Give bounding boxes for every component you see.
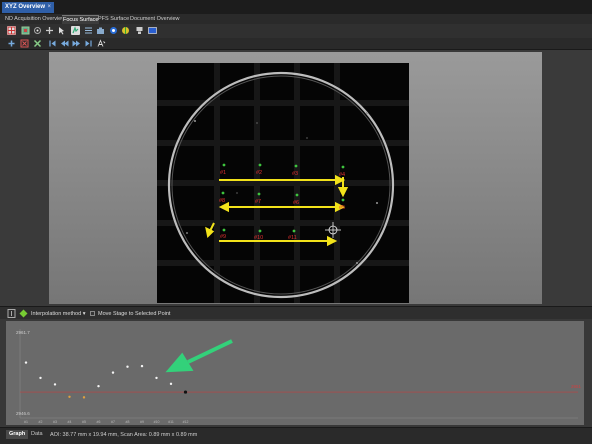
- point-toolbar: [0, 38, 592, 50]
- x-tick-label: #5: [82, 420, 86, 424]
- x-tick-label: #6: [97, 420, 101, 424]
- x-tick-label: #10: [154, 420, 160, 424]
- color-icon[interactable]: [109, 26, 118, 35]
- add-point-icon[interactable]: [7, 39, 16, 48]
- x-tick-label: #8: [126, 420, 130, 424]
- tab-graph[interactable]: Graph: [6, 430, 29, 439]
- tab-document-overview[interactable]: Document Overview: [129, 15, 181, 24]
- graph-point[interactable]: [24, 361, 28, 364]
- reference-line-label: 2951: [571, 384, 582, 389]
- interpolation-label: Interpolation method: [31, 311, 82, 317]
- plus-point-icon[interactable]: [45, 26, 54, 35]
- window-title: XYZ Overview: [5, 4, 46, 10]
- graph-point[interactable]: [183, 390, 188, 394]
- remove-point-icon[interactable]: [20, 39, 29, 48]
- lut-icon[interactable]: [121, 26, 130, 35]
- chevron-down-icon: ▾: [82, 311, 86, 317]
- monitor-icon[interactable]: [148, 26, 157, 35]
- specimen-image[interactable]: #1 #2 #3 #4 #8 #7 #6 #5 #9 #10 #11: [157, 63, 409, 303]
- point-label: #1: [220, 170, 227, 176]
- graph-point[interactable]: [82, 396, 86, 399]
- graph-point[interactable]: [169, 382, 173, 386]
- stage-area: #1 #2 #3 #4 #8 #7 #6 #5 #9 #10 #11: [49, 52, 542, 304]
- point-icon[interactable]: [33, 26, 42, 35]
- grid-icon[interactable]: [7, 26, 16, 35]
- x-tick-label: #3: [53, 420, 57, 424]
- point-label: #4: [339, 172, 346, 178]
- main-toolbar: [0, 24, 592, 38]
- prev-icon[interactable]: [60, 39, 69, 48]
- tab-data[interactable]: Data: [28, 430, 46, 439]
- drag-handle-icon[interactable]: [7, 309, 16, 318]
- autofocus-icon[interactable]: [97, 39, 106, 48]
- point-label: #3: [292, 171, 299, 177]
- graph-point[interactable]: [111, 371, 115, 374]
- close-icon[interactable]: ×: [47, 2, 51, 13]
- specimen-overlay: [157, 63, 409, 303]
- interpolation-dropdown[interactable]: Interpolation method ▾: [31, 310, 85, 318]
- move-icon[interactable]: [21, 26, 30, 35]
- last-icon[interactable]: [84, 39, 93, 48]
- point-label: #6: [293, 200, 300, 206]
- x-tick-label: #4: [68, 420, 72, 424]
- point-label: #8: [219, 198, 226, 204]
- graph-point[interactable]: [155, 376, 158, 380]
- pointer-icon[interactable]: [57, 26, 66, 35]
- tab-pfs-surface[interactable]: PFS Surface: [97, 15, 130, 24]
- tab-focus-surface[interactable]: Focus Surface: [62, 15, 100, 24]
- status-bar: Graph Data AOI: 38.77 mm x 19.94 mm, Sca…: [0, 427, 592, 444]
- status-text: AOI: 38.77 mm x 19.94 mm, Scan Area: 0.8…: [50, 432, 198, 438]
- graph-panel: #1 #2 #3 #4 #5 #6 #7 #8 #9 #10 #11 #12 2961.7 2946.…: [0, 319, 592, 427]
- x-tick-label: #1: [24, 420, 28, 424]
- clear-points-icon[interactable]: [33, 39, 42, 48]
- y-axis-bottom-label: 2946.6: [16, 411, 30, 416]
- graph-point[interactable]: [140, 364, 144, 368]
- x-tick-label: #2: [39, 420, 43, 424]
- first-icon[interactable]: [48, 39, 57, 48]
- y-axis-top-label: 2961.7: [16, 330, 30, 335]
- image-viewer[interactable]: #1 #2 #3 #4 #8 #7 #6 #5 #9 #10 #11: [0, 50, 592, 306]
- point-label: #7: [255, 199, 262, 205]
- settings-icon[interactable]: [135, 26, 144, 35]
- move-stage-checkbox[interactable]: [90, 311, 95, 316]
- tab-nd-acquisition-overview[interactable]: ND Acquisition Overview: [4, 15, 66, 24]
- point-label: #9: [220, 234, 227, 240]
- point-label: #2: [256, 170, 263, 176]
- next-icon[interactable]: [72, 39, 81, 48]
- x-tick-label: #7: [111, 420, 115, 424]
- x-tick-label: #11: [168, 420, 174, 424]
- x-tick-label: #12: [183, 420, 189, 424]
- move-stage-label: Move Stage to Selected Point: [98, 311, 171, 317]
- view-tabs: ND Acquisition Overview Focus Surface PF…: [0, 14, 592, 24]
- camera-icon[interactable]: [96, 26, 105, 35]
- graph-point[interactable]: [97, 384, 100, 388]
- focus-graph-canvas: #1 #2 #3 #4 #5 #6 #7 #8 #9 #10 #11 #12: [19, 329, 578, 424]
- point-label: #11: [288, 235, 297, 241]
- graph-controls: Interpolation method ▾ Move Stage to Sel…: [0, 306, 592, 319]
- graph-point[interactable]: [68, 395, 71, 398]
- graph-point[interactable]: [53, 383, 57, 386]
- scan-icon[interactable]: [84, 26, 93, 35]
- window-tab[interactable]: XYZ Overview ×: [2, 2, 54, 13]
- focus-graph[interactable]: #1 #2 #3 #4 #5 #6 #7 #8 #9 #10 #11 #12 2961.7 2946.…: [6, 321, 584, 425]
- focus-icon[interactable]: [71, 26, 80, 35]
- graph-point[interactable]: [126, 365, 129, 368]
- point-label: #10: [254, 235, 264, 241]
- point-label: #5: [339, 205, 346, 211]
- graph-point[interactable]: [39, 376, 42, 380]
- title-bar: XYZ Overview ×: [0, 0, 592, 14]
- interpolation-icon: [19, 309, 28, 318]
- x-tick-label: #9: [140, 420, 144, 424]
